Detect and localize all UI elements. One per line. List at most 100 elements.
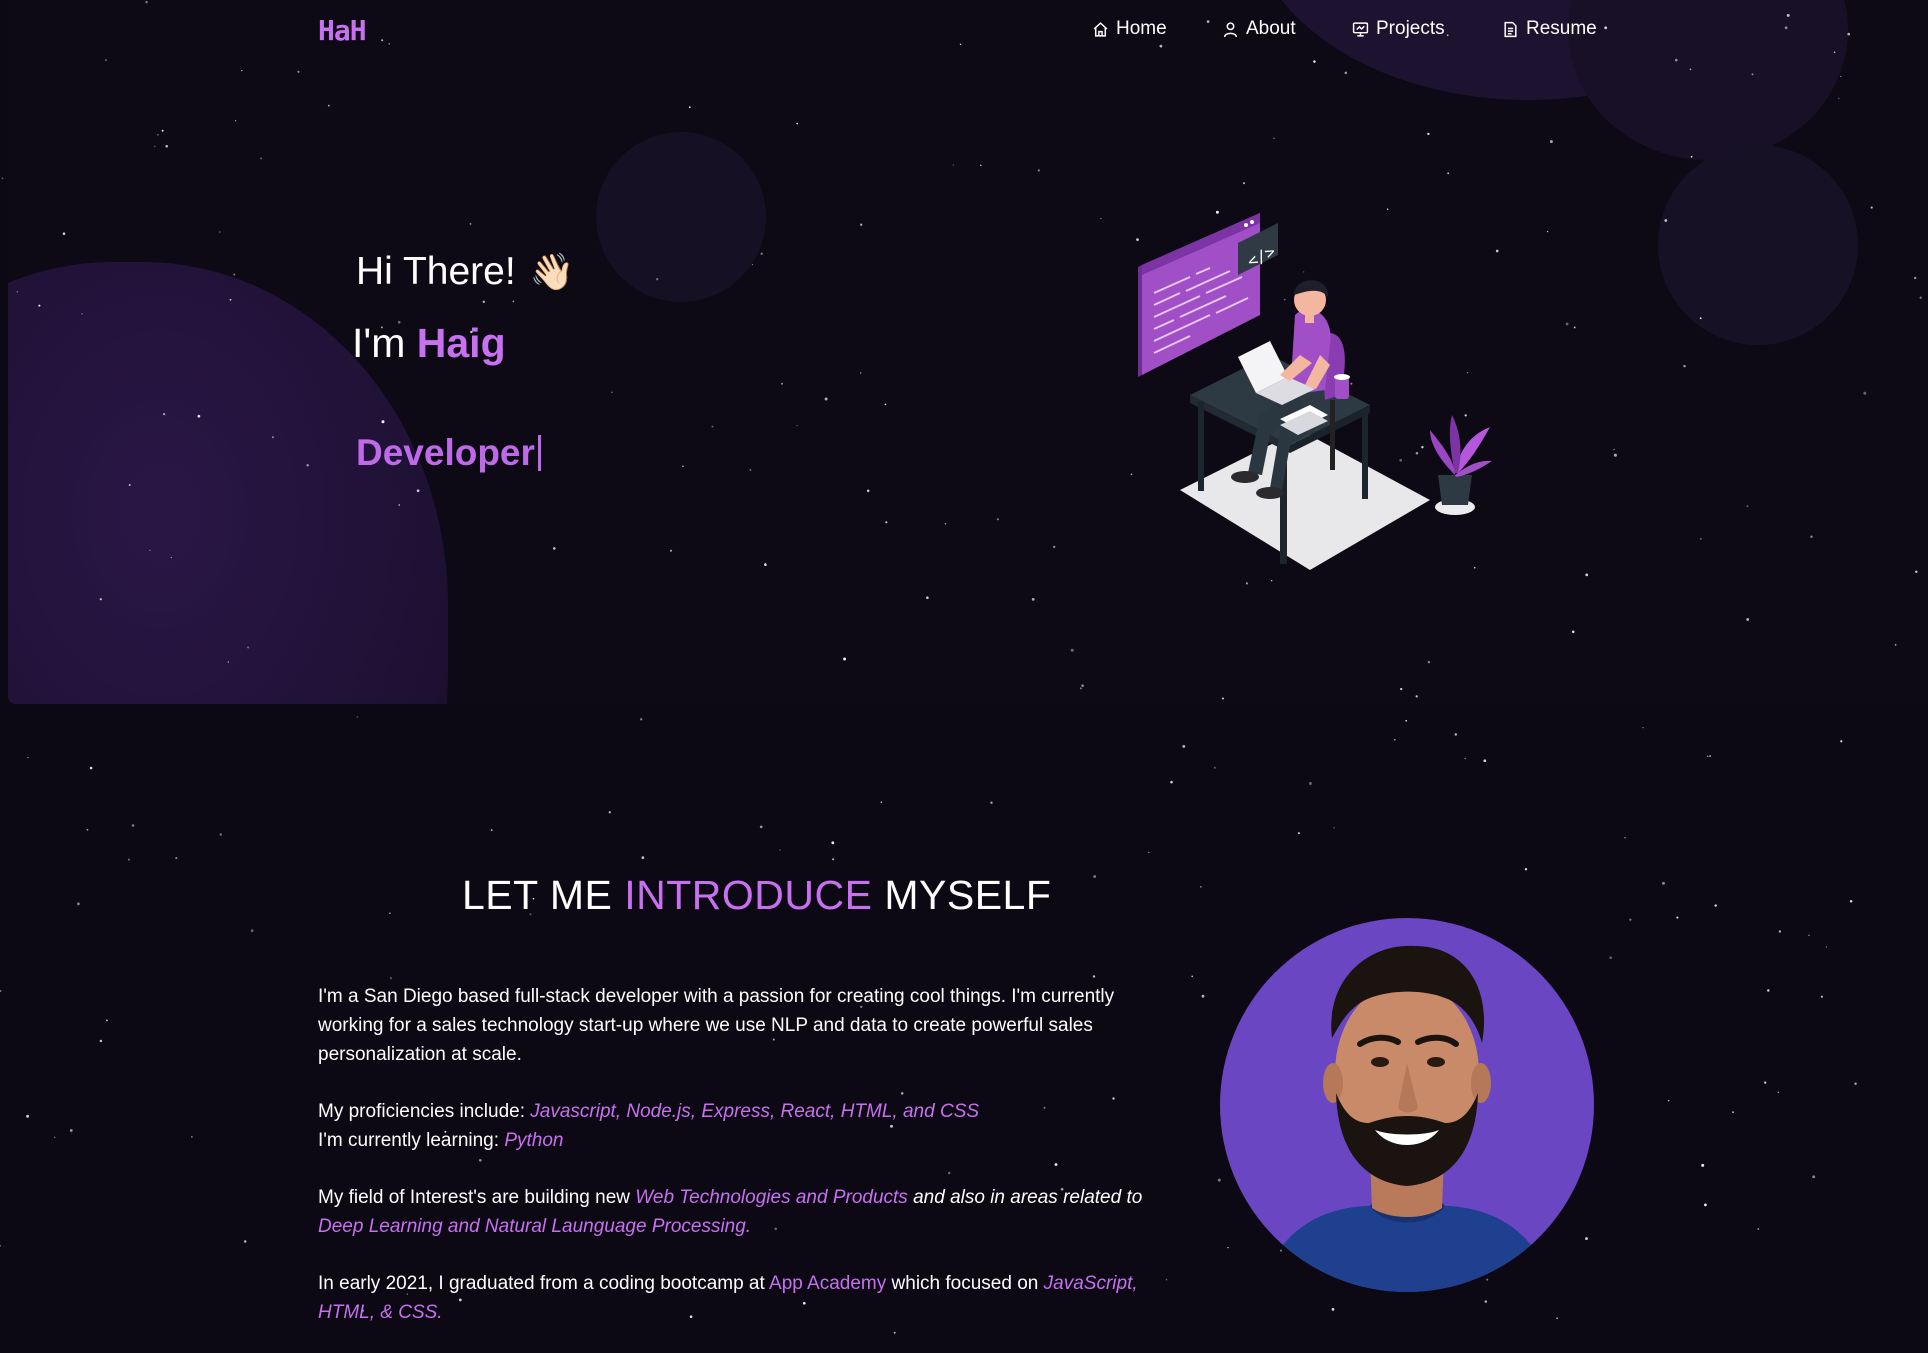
star	[1201, 994, 1205, 998]
star	[1757, 1228, 1760, 1230]
learning-value: Python	[504, 1130, 564, 1151]
role-text: Developer	[356, 432, 535, 473]
interest-connector: and also in areas related to	[907, 1187, 1143, 1208]
star	[880, 801, 883, 803]
star	[1405, 719, 1408, 722]
star	[131, 824, 135, 827]
profile-photo	[1260, 945, 1554, 1292]
typewriter-role: Developer	[356, 432, 541, 474]
star	[640, 718, 643, 721]
star	[1767, 989, 1770, 992]
star	[86, 829, 89, 831]
star	[389, 912, 391, 915]
star	[832, 858, 835, 861]
about-title-accent: INTRODUCE	[624, 872, 873, 918]
star	[1, 177, 4, 180]
hero-greeting: Hi There! 👋🏻	[356, 250, 575, 294]
interest-ml: Deep Learning and Natural Launguage Proc…	[318, 1216, 752, 1237]
interest-label: My field of Interest's are building new	[318, 1187, 636, 1208]
star	[1454, 733, 1458, 736]
nav-projects[interactable]: Projects	[1352, 18, 1445, 40]
star	[1777, 1091, 1780, 1094]
star	[1333, 827, 1335, 829]
user-icon	[1223, 21, 1238, 37]
star	[243, 1240, 247, 1243]
star	[99, 1039, 103, 1043]
about-intro: I'm a San Diego based full-stack develop…	[318, 986, 1115, 1065]
star	[1709, 755, 1712, 757]
star	[127, 858, 130, 861]
star	[1629, 918, 1632, 921]
about-bootcamp: In early 2021, I graduated from a coding…	[318, 1269, 1178, 1327]
star	[1092, 975, 1096, 978]
star	[1624, 837, 1626, 839]
star	[1585, 1237, 1588, 1241]
wave-icon: 👋🏻	[529, 251, 575, 292]
star	[1486, 1278, 1489, 1281]
background-blob	[1658, 145, 1858, 345]
star	[1483, 759, 1487, 763]
star	[1464, 757, 1466, 760]
nav-home-label: Home	[1116, 18, 1167, 39]
star	[390, 977, 392, 979]
star	[1706, 755, 1709, 758]
star	[1667, 1099, 1670, 1102]
hero-background	[8, 0, 1928, 704]
star	[990, 801, 993, 804]
star	[1213, 766, 1216, 769]
nav-resume[interactable]: Resume	[1502, 18, 1597, 40]
star	[1331, 1308, 1335, 1311]
site-logo[interactable]: HaH	[318, 14, 367, 47]
star	[1556, 1317, 1558, 1320]
projects-icon	[1352, 21, 1369, 37]
star	[1825, 946, 1828, 948]
star	[1182, 744, 1186, 748]
proficiencies-label: My proficiencies include:	[318, 1101, 531, 1122]
bootcamp-pre: In early 2021, I graduated from a coding…	[318, 1273, 770, 1294]
star	[1217, 1178, 1221, 1182]
star	[105, 1019, 108, 1022]
star	[1148, 851, 1150, 854]
star	[1308, 782, 1312, 785]
star	[608, 811, 611, 814]
star	[1676, 916, 1679, 919]
star	[1227, 1246, 1229, 1249]
typing-cursor	[537, 435, 541, 471]
star	[1191, 975, 1193, 978]
star	[1200, 886, 1202, 888]
home-icon	[1093, 21, 1108, 37]
star	[490, 829, 493, 832]
star	[641, 856, 645, 860]
star	[1854, 1082, 1857, 1085]
about-title-part2: MYSELF	[872, 872, 1052, 918]
about-skills: My proficiencies include: Javascript, No…	[318, 1097, 1178, 1155]
star	[1714, 904, 1717, 907]
star	[1642, 727, 1644, 729]
star	[1840, 740, 1843, 743]
document-icon	[1504, 21, 1517, 37]
star	[1732, 1111, 1734, 1114]
star	[1662, 881, 1665, 885]
bootcamp-school: App Academy	[769, 1273, 887, 1294]
page: HaH Home About Projects Resume Hi There!…	[0, 0, 1928, 1353]
star	[219, 833, 223, 836]
star	[89, 766, 93, 770]
about-title: LET ME INTRODUCE MYSELF	[462, 872, 1051, 919]
star	[191, 1136, 193, 1138]
navbar: HaH Home About Projects Resume	[0, 0, 1928, 64]
star	[0, 990, 2, 992]
avatar	[1220, 918, 1594, 1292]
star	[1279, 1249, 1283, 1252]
greeting-text: Hi There!	[356, 250, 516, 293]
star	[175, 857, 178, 860]
learning-label: I'm currently learning:	[318, 1130, 505, 1151]
nav-home[interactable]: Home	[1092, 18, 1167, 40]
star	[1820, 995, 1823, 998]
nav-about[interactable]: About	[1222, 18, 1296, 40]
star	[1170, 780, 1173, 784]
hero-name: Haig	[416, 320, 506, 366]
background-blob	[596, 132, 766, 302]
bootcamp-mid: which focused on	[886, 1273, 1044, 1294]
star	[1812, 1175, 1816, 1179]
about-interests: My field of Interest's are building new …	[318, 1183, 1178, 1241]
